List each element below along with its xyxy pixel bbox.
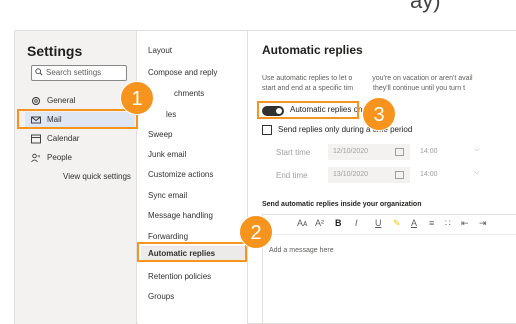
people-icon: R — [31, 154, 41, 163]
font-color-icon[interactable]: A — [411, 218, 417, 228]
bold-icon[interactable]: B — [335, 218, 342, 228]
desc-line1b: you're on vacation or aren't avail — [372, 75, 473, 82]
chevron-down-icon[interactable]: ⌵ — [474, 169, 479, 177]
calendar-icon — [31, 134, 41, 144]
description: Use automatic replies to let o you're on … — [262, 74, 516, 94]
quick-settings-label: View quick settings — [63, 172, 131, 181]
toggle-highlight — [257, 101, 359, 119]
nav-label-calendar: Calendar — [47, 134, 80, 143]
cropped-text: ay) — [410, 0, 441, 13]
end-time-label: End time — [276, 171, 308, 180]
nav-item-calendar[interactable]: Calendar — [25, 131, 135, 147]
font-size-icon[interactable]: Aᴀ — [297, 218, 307, 228]
start-date-value: 12/10/2020 — [333, 148, 369, 155]
menu-item-attachments[interactable]: chments — [174, 88, 204, 100]
settings-column: Settings Search settings General Mail Ca… — [15, 31, 137, 324]
decrease-indent-icon[interactable]: ⇤ — [461, 218, 469, 229]
search-placeholder: Search settings — [46, 68, 102, 77]
automatic-replies-panel: Automatic replies Use automatic replies … — [248, 31, 516, 324]
message-placeholder: Add a message here — [269, 247, 334, 254]
bullets-icon[interactable]: ≡ — [429, 218, 434, 228]
calendar-icon — [395, 148, 404, 156]
message-editor[interactable]: Aᴀ A² B I U ✎ A ≡ ∷ ⇤ ⇥ Add a message he… — [262, 214, 516, 324]
start-date-field[interactable]: 12/10/2020 — [328, 144, 410, 160]
mail-settings-menu: Layout Compose and reply chments les Swe… — [138, 31, 248, 324]
step-badge-3: 3 — [362, 97, 396, 131]
menu-item-layout[interactable]: Layout — [148, 45, 172, 57]
underline-icon[interactable]: U — [375, 218, 382, 228]
settings-title: Settings — [27, 43, 83, 59]
top-area: ay) — [0, 0, 516, 30]
section-heading: Send automatic replies inside your organ… — [262, 201, 422, 208]
mail-highlight — [17, 109, 138, 129]
search-icon — [35, 68, 43, 76]
automatic-replies-highlight — [137, 242, 247, 262]
italic-icon[interactable]: I — [355, 218, 358, 228]
quick-settings-link[interactable]: View quick settings — [25, 169, 135, 185]
menu-item-customize[interactable]: Customize actions — [148, 169, 213, 181]
format-toolbar: Aᴀ A² B I U ✎ A ≡ ∷ ⇤ ⇥ — [263, 215, 516, 235]
highlight-icon[interactable]: ✎ — [393, 218, 401, 229]
desc-line2a: start and end at a specific tim — [262, 85, 354, 92]
step-badge-2: 2 — [239, 215, 273, 249]
step-badge-1: 1 — [120, 81, 154, 115]
end-date-field[interactable]: 13/10/2020 — [328, 167, 410, 183]
start-time-label: Start time — [276, 148, 311, 157]
time-period-label: Send replies only during a time period — [278, 125, 413, 134]
search-input[interactable]: Search settings — [31, 65, 127, 81]
desc-line2b: they'll continue until you turn t — [373, 85, 466, 92]
numbering-icon[interactable]: ∷ — [445, 218, 451, 229]
svg-text:R: R — [38, 154, 41, 159]
nav-label-people: People — [47, 153, 72, 162]
menu-item-message-handling[interactable]: Message handling — [148, 210, 213, 222]
start-time-value[interactable]: 14:00 — [420, 148, 438, 155]
menu-item-sweep[interactable]: Sweep — [148, 129, 172, 141]
menu-item-retention[interactable]: Retention policies — [148, 271, 211, 283]
menu-item-sync[interactable]: Sync email — [148, 190, 187, 202]
time-period-checkbox[interactable] — [262, 125, 272, 135]
menu-item-junk[interactable]: Junk email — [148, 149, 186, 161]
increase-indent-icon[interactable]: ⇥ — [479, 218, 487, 229]
menu-item-rules[interactable]: les — [166, 109, 176, 121]
nav-item-people[interactable]: R People — [25, 150, 135, 166]
menu-item-compose[interactable]: Compose and reply — [148, 67, 217, 79]
end-date-value: 13/10/2020 — [333, 171, 369, 178]
page-title: Automatic replies — [262, 43, 363, 57]
chevron-down-icon[interactable]: ⌵ — [474, 146, 479, 154]
gear-icon — [32, 97, 40, 105]
nav-label-general: General — [47, 96, 76, 105]
desc-line1a: Use automatic replies to let o — [262, 75, 353, 82]
superscript-icon[interactable]: A² — [315, 218, 324, 228]
calendar-icon — [395, 171, 404, 179]
end-time-value[interactable]: 14:00 — [420, 171, 438, 178]
settings-window: Settings Search settings General Mail Ca… — [14, 30, 516, 324]
menu-item-groups[interactable]: Groups — [148, 291, 174, 303]
nav-item-general[interactable]: General — [25, 93, 135, 109]
